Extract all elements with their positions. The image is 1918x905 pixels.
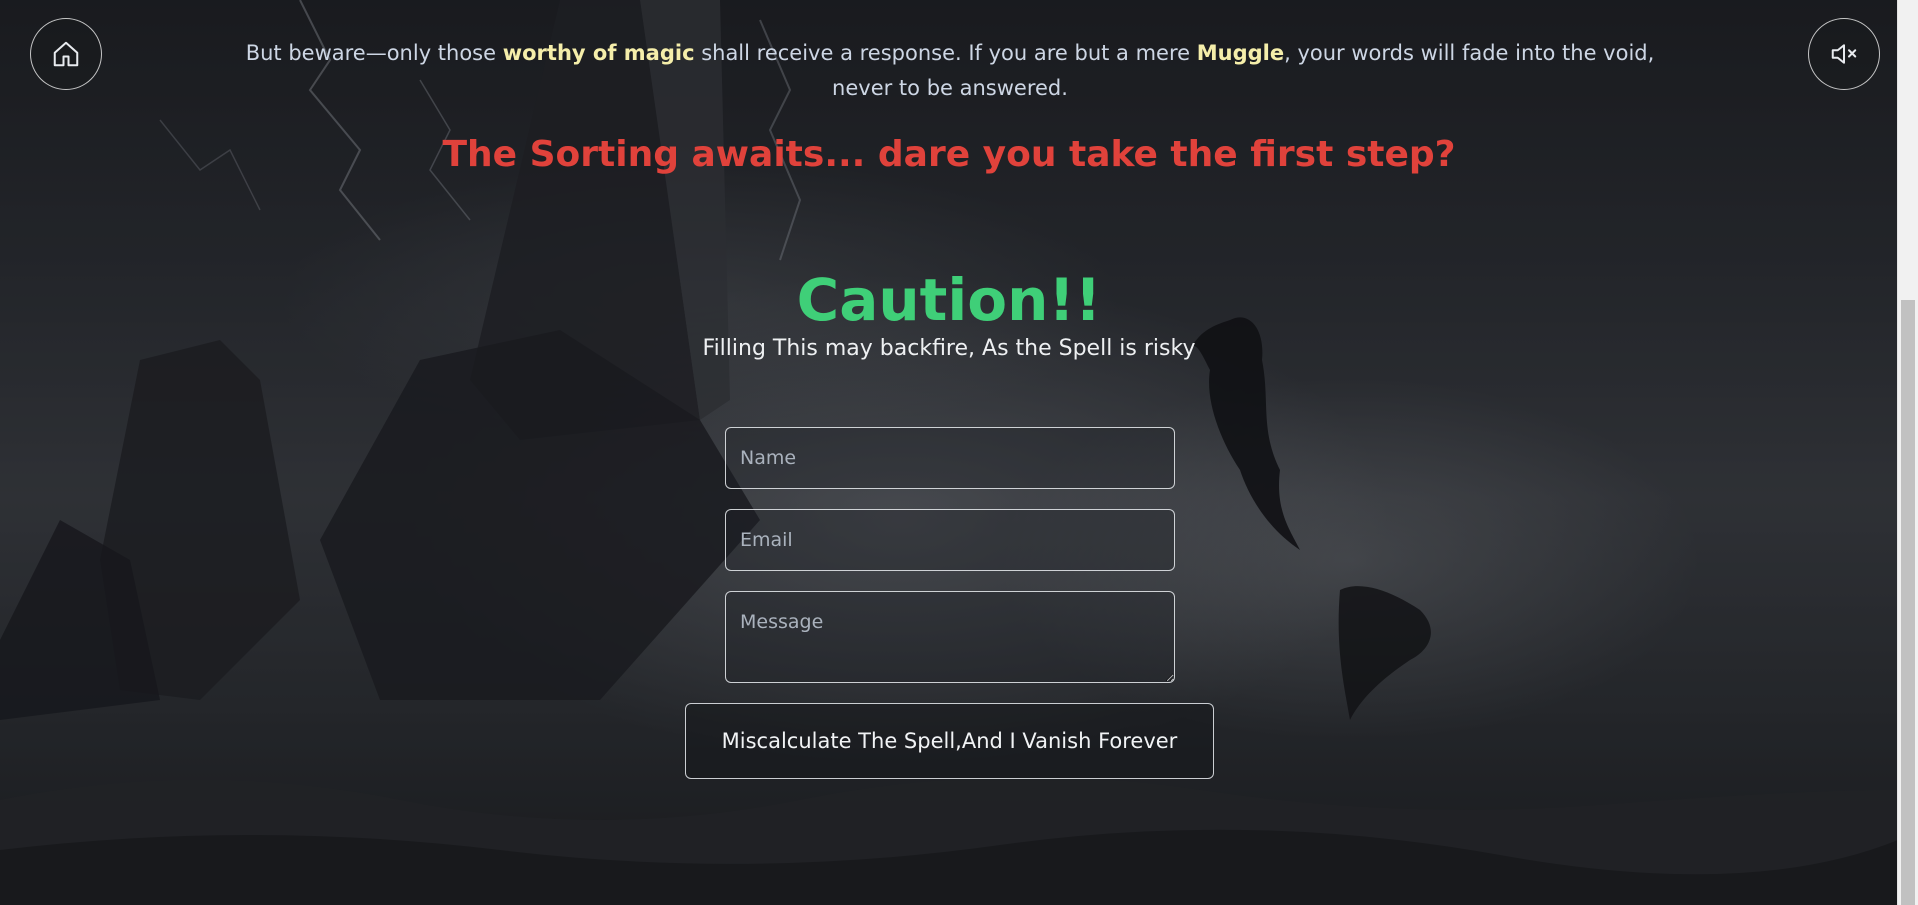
mute-button[interactable] xyxy=(1808,18,1880,90)
message-textarea[interactable] xyxy=(725,591,1175,683)
scrollbar-thumb[interactable] xyxy=(1901,300,1915,905)
email-input[interactable] xyxy=(725,509,1175,571)
page-scrollbar[interactable] xyxy=(1897,0,1918,905)
submit-button[interactable]: Miscalculate The Spell,And I Vanish Fore… xyxy=(685,703,1214,779)
caution-subtitle: Filling This may backfire, As the Spell … xyxy=(702,336,1196,361)
caution-title: Caution!! xyxy=(796,266,1102,334)
volume-mute-icon xyxy=(1831,44,1857,64)
intro-text-2: shall receive a response. If you are but… xyxy=(694,41,1197,65)
intro-paragraph: But beware—only those worthy of magic sh… xyxy=(220,36,1680,106)
sorting-heading: The Sorting awaits... dare you take the … xyxy=(442,134,1456,175)
intro-highlight-worthy: worthy of magic xyxy=(502,41,695,65)
intro-text-1: But beware—only those xyxy=(245,41,503,65)
home-icon xyxy=(53,41,79,67)
intro-highlight-muggle: Muggle xyxy=(1196,41,1285,65)
name-input[interactable] xyxy=(725,427,1175,489)
home-button[interactable] xyxy=(30,18,102,90)
